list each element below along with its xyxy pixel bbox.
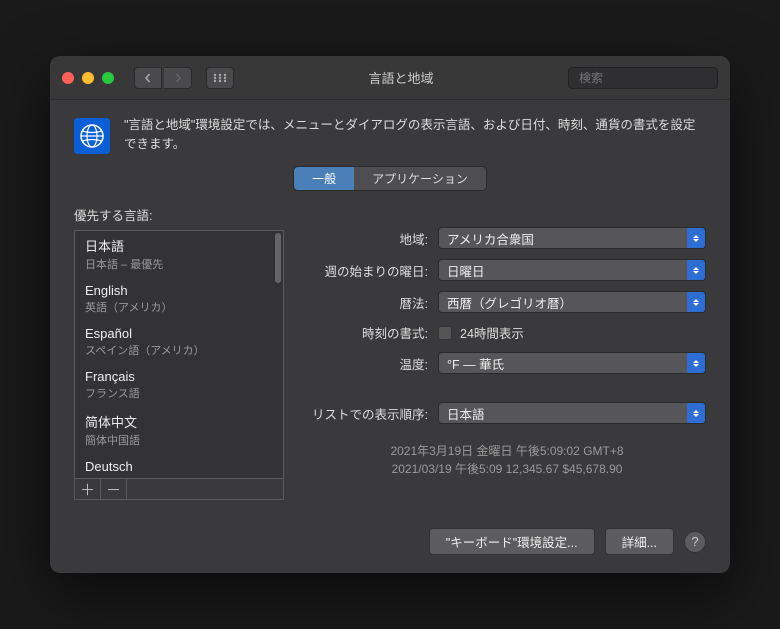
minimize-icon[interactable] xyxy=(82,72,94,84)
calendar-label: 暦法: xyxy=(308,293,438,312)
header: "言語と地域"環境設定では、メニューとダイアログの表示言語、および日付、時刻、通… xyxy=(74,114,706,154)
first-day-label: 週の始まりの曜日: xyxy=(308,261,438,280)
list-item[interactable]: Deutschドイツ語 xyxy=(75,454,283,478)
search-input[interactable] xyxy=(579,71,730,85)
temperature-label: 温度: xyxy=(308,354,438,373)
description: "言語と地域"環境設定では、メニューとダイアログの表示言語、および日付、時刻、通… xyxy=(124,114,706,154)
region-select[interactable]: アメリカ合衆国 xyxy=(438,227,706,249)
tab-applications[interactable]: アプリケーション xyxy=(354,167,486,190)
format-example: 2021年3月19日 金曜日 午後5:09:02 GMT+8 2021/03/1… xyxy=(308,442,706,478)
list-order-select[interactable]: 日本語 xyxy=(438,402,706,424)
tab-group: 一般 アプリケーション xyxy=(74,166,706,191)
language-list-box: 日本語日本語 – 最優先 English英語（アメリカ） Españolスペイン… xyxy=(74,230,284,500)
traffic-lights xyxy=(62,72,114,84)
chevron-updown-icon xyxy=(687,403,705,423)
first-day-select[interactable]: 日曜日 xyxy=(438,259,706,281)
language-list[interactable]: 日本語日本語 – 最優先 English英語（アメリカ） Españolスペイン… xyxy=(75,231,283,478)
region-label: 地域: xyxy=(308,229,438,248)
footer: "キーボード"環境設定... 詳細... ? xyxy=(74,528,706,555)
help-button[interactable]: ? xyxy=(684,531,706,553)
temperature-select[interactable]: °F — 華氏 xyxy=(438,352,706,374)
24hour-label: 24時間表示 xyxy=(460,323,524,342)
list-item[interactable]: 简体中文簡体中国語 xyxy=(75,407,283,454)
list-buttons: ＋ － xyxy=(75,478,283,499)
list-item[interactable]: Españolスペイン語（アメリカ） xyxy=(75,321,283,364)
calendar-select[interactable]: 西暦（グレゴリオ暦） xyxy=(438,291,706,313)
24hour-checkbox[interactable] xyxy=(438,326,452,340)
remove-language-button[interactable]: － xyxy=(101,479,127,499)
settings-section: 地域: アメリカ合衆国 週の始まりの曜日: 日曜日 暦法: 西暦（グレゴリオ暦）… xyxy=(308,205,706,500)
nav-buttons xyxy=(134,67,192,89)
list-order-label: リストでの表示順序: xyxy=(308,404,438,423)
fullscreen-icon[interactable] xyxy=(102,72,114,84)
preferred-languages-section: 優先する言語: 日本語日本語 – 最優先 English英語（アメリカ） Esp… xyxy=(74,205,284,500)
back-button[interactable] xyxy=(134,67,162,89)
list-item[interactable]: Françaisフランス語 xyxy=(75,364,283,407)
time-format-checkbox-group: 24時間表示 xyxy=(438,323,524,342)
window-title: 言語と地域 xyxy=(244,68,558,87)
close-icon[interactable] xyxy=(62,72,74,84)
content: "言語と地域"環境設定では、メニューとダイアログの表示言語、および日付、時刻、通… xyxy=(50,100,730,573)
main-panel: 優先する言語: 日本語日本語 – 最優先 English英語（アメリカ） Esp… xyxy=(74,205,706,500)
globe-icon xyxy=(74,118,110,154)
scrollbar[interactable] xyxy=(275,233,281,283)
titlebar: 言語と地域 xyxy=(50,56,730,100)
time-format-label: 時刻の書式: xyxy=(308,323,438,342)
show-all-button[interactable] xyxy=(206,67,234,89)
chevron-updown-icon xyxy=(687,228,705,248)
tab-general[interactable]: 一般 xyxy=(294,167,354,190)
search-field[interactable] xyxy=(568,67,718,89)
chevron-updown-icon xyxy=(687,292,705,312)
keyboard-prefs-button[interactable]: "キーボード"環境設定... xyxy=(429,528,595,555)
list-item[interactable]: 日本語日本語 – 最優先 xyxy=(75,231,283,278)
add-language-button[interactable]: ＋ xyxy=(75,479,101,499)
language-region-window: 言語と地域 "言語と地域"環境設定では、メニューとダイアログの表示言語、および日… xyxy=(50,56,730,573)
advanced-button[interactable]: 詳細... xyxy=(605,528,674,555)
list-item[interactable]: English英語（アメリカ） xyxy=(75,278,283,321)
forward-button[interactable] xyxy=(164,67,192,89)
preferred-languages-label: 優先する言語: xyxy=(74,205,284,224)
chevron-updown-icon xyxy=(687,353,705,373)
chevron-updown-icon xyxy=(687,260,705,280)
